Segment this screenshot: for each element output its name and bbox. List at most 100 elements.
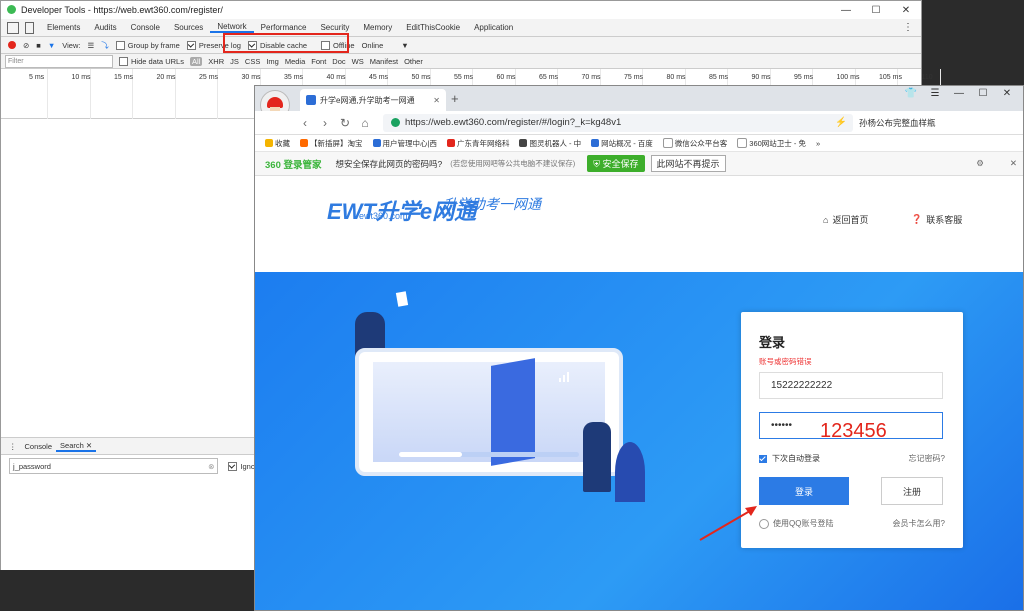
auto-login-checkbox[interactable]: 下次自动登录 xyxy=(759,453,820,464)
close-icon[interactable]: ✕ xyxy=(1010,158,1017,169)
ignore-case-checkbox[interactable]: Igno xyxy=(228,461,255,471)
devtools-title: Developer Tools - https://web.ewt360.com… xyxy=(21,5,223,15)
bookmark-item[interactable]: 360网站卫士 - 免 xyxy=(737,138,806,149)
timeline-tick: 45 ms xyxy=(369,74,389,81)
tab-network[interactable]: Network xyxy=(210,22,254,33)
bookmark-item[interactable]: 图灵机器人 - 中 xyxy=(519,138,581,149)
login-title: 登录 xyxy=(759,335,786,350)
minimize-icon[interactable]: — xyxy=(831,1,861,19)
inspect-element-icon[interactable] xyxy=(7,21,19,34)
clear-icon[interactable]: ⊘ xyxy=(23,41,29,50)
tab-audits[interactable]: Audits xyxy=(87,23,123,32)
password-annotation: 123456 xyxy=(820,420,887,442)
devtools-logo-icon xyxy=(7,5,16,14)
qq-login-link[interactable]: 使用QQ账号登陆 xyxy=(759,518,833,529)
filter-type-other[interactable]: Other xyxy=(404,57,423,66)
tab-application[interactable]: Application xyxy=(467,23,520,32)
large-rows-icon[interactable]: ☰ xyxy=(87,41,94,50)
hide-data-urls-checkbox[interactable]: Hide data URLs xyxy=(119,56,184,66)
username-input[interactable]: 15222222222 xyxy=(759,372,943,399)
tab-security[interactable]: Security xyxy=(313,23,356,32)
timeline-tick: 40 ms xyxy=(326,74,346,81)
close-tab-icon[interactable]: ✕ xyxy=(433,96,440,105)
timeline-tick: 85 ms xyxy=(709,74,729,81)
drawer-tab-search[interactable]: Search ✕ xyxy=(56,441,97,452)
network-toolbar: ⊘ ■ ▼ View: ☰ ⤵ Group by frame Preserve … xyxy=(1,37,921,54)
waterfall-icon[interactable]: ⤵ xyxy=(101,40,109,51)
service-link[interactable]: ❓ 联系客服 xyxy=(911,213,962,226)
search-input[interactable]: j_password ⊗ xyxy=(9,458,219,474)
bookmark-item[interactable]: 微信公众平台客 xyxy=(662,138,727,149)
device-toolbar-icon[interactable] xyxy=(25,21,34,34)
tab-memory[interactable]: Memory xyxy=(356,23,399,32)
bookmark-item[interactable]: 【新插屏】淘宝 xyxy=(300,138,363,149)
filter-type-img[interactable]: Img xyxy=(266,57,279,66)
settings-icon[interactable]: ⚙ xyxy=(976,158,984,169)
safe-save-button[interactable]: ⛨ 安全保存 xyxy=(587,155,645,172)
new-tab-icon[interactable]: + xyxy=(451,91,459,106)
back-icon[interactable]: ‹ xyxy=(295,116,315,130)
close-icon[interactable]: ✕ xyxy=(995,88,1019,99)
address-bar[interactable]: https://web.ewt360.com/register/#/login?… xyxy=(383,113,853,132)
filter-type-xhr[interactable]: XHR xyxy=(208,57,224,66)
clear-search-icon[interactable]: ⊗ xyxy=(208,462,214,471)
filter-type-js[interactable]: JS xyxy=(230,57,239,66)
forgot-password-link[interactable]: 忘记密码? xyxy=(909,453,945,464)
maximize-icon[interactable]: ☐ xyxy=(971,88,995,99)
group-by-frame-checkbox[interactable]: Group by frame xyxy=(115,40,180,50)
tab-editthiscookie[interactable]: EditThisCookie xyxy=(399,23,467,32)
home-link[interactable]: ⌂ 返回首页 xyxy=(823,213,868,226)
close-icon[interactable]: ✕ xyxy=(86,441,92,450)
devtools-drawer: ⋮ Console Search ✕ j_password ⊗ Igno xyxy=(1,437,255,571)
more-bookmarks-icon[interactable]: » xyxy=(816,139,820,148)
register-button[interactable]: 注册 xyxy=(881,477,943,505)
login-button[interactable]: 登录 xyxy=(759,477,849,505)
bookmark-item[interactable]: 广东青年网络科 xyxy=(446,138,509,149)
more-options-icon[interactable]: ⋮ xyxy=(903,22,913,33)
never-prompt-button[interactable]: 此网站不再提示 xyxy=(650,155,726,172)
member-card-link[interactable]: 会员卡怎么用? xyxy=(893,518,945,529)
user-center-icon xyxy=(372,139,381,147)
browser-tab[interactable]: 升学e网通,升学助考一网通 ✕ xyxy=(300,89,446,111)
home-icon[interactable]: ⌂ xyxy=(355,116,375,130)
share-icon[interactable]: ⚡ xyxy=(835,117,847,128)
tab-performance[interactable]: Performance xyxy=(254,23,314,32)
close-icon[interactable]: ✕ xyxy=(891,1,921,19)
drawer-menu-icon[interactable]: ⋮ xyxy=(9,442,17,451)
drawer-tab-console[interactable]: Console xyxy=(21,442,57,451)
tab-elements[interactable]: Elements xyxy=(40,23,87,32)
menu-icon[interactable]: ☰ xyxy=(923,88,947,99)
screenshot-icon[interactable]: ■ xyxy=(36,41,41,50)
bookmark-item[interactable]: 用户管理中心|西 xyxy=(372,138,437,149)
maximize-icon[interactable]: ☐ xyxy=(861,1,891,19)
tab-console[interactable]: Console xyxy=(124,23,167,32)
login-error: 账号或密码错误 xyxy=(759,357,812,366)
filter-type-css[interactable]: CSS xyxy=(245,57,260,66)
chevron-down-icon: ▼ xyxy=(401,40,409,50)
bookmark-label: 用户管理中心|西 xyxy=(382,138,437,148)
page-icon xyxy=(662,138,673,148)
bookmark-collection[interactable]: 收藏 xyxy=(265,138,290,149)
record-icon[interactable] xyxy=(8,41,16,49)
minimize-icon[interactable]: — xyxy=(947,88,971,99)
filter-type-all[interactable]: All xyxy=(189,56,203,66)
save-password-note: (若您使用网吧等公共电脑不建议保存) xyxy=(450,159,576,168)
news-search-hint[interactable]: 孙杨公布完整血样瓶 xyxy=(859,117,936,129)
filter-input[interactable]: Filter xyxy=(5,54,113,68)
filter-icon[interactable]: ▼ xyxy=(48,41,55,50)
refresh-icon[interactable]: ↻ xyxy=(335,116,355,130)
timeline-tick: 10 ms xyxy=(71,74,91,81)
filter-type-media[interactable]: Media xyxy=(285,57,305,66)
service-link-label: 联系客服 xyxy=(926,215,963,225)
filter-type-manifest[interactable]: Manifest xyxy=(370,57,398,66)
forward-icon[interactable]: › xyxy=(315,116,335,130)
skin-icon[interactable]: 👕 xyxy=(899,88,923,99)
filter-type-ws[interactable]: WS xyxy=(352,57,364,66)
throttling-select[interactable]: Online ▼ xyxy=(362,41,409,50)
home-icon: ⌂ xyxy=(823,214,829,225)
bookmark-item[interactable]: 网站概况 - 百度 xyxy=(591,138,653,149)
timeline-tick: 30 ms xyxy=(241,74,261,81)
tab-sources[interactable]: Sources xyxy=(167,23,210,32)
filter-type-doc[interactable]: Doc xyxy=(332,57,345,66)
filter-type-font[interactable]: Font xyxy=(311,57,326,66)
